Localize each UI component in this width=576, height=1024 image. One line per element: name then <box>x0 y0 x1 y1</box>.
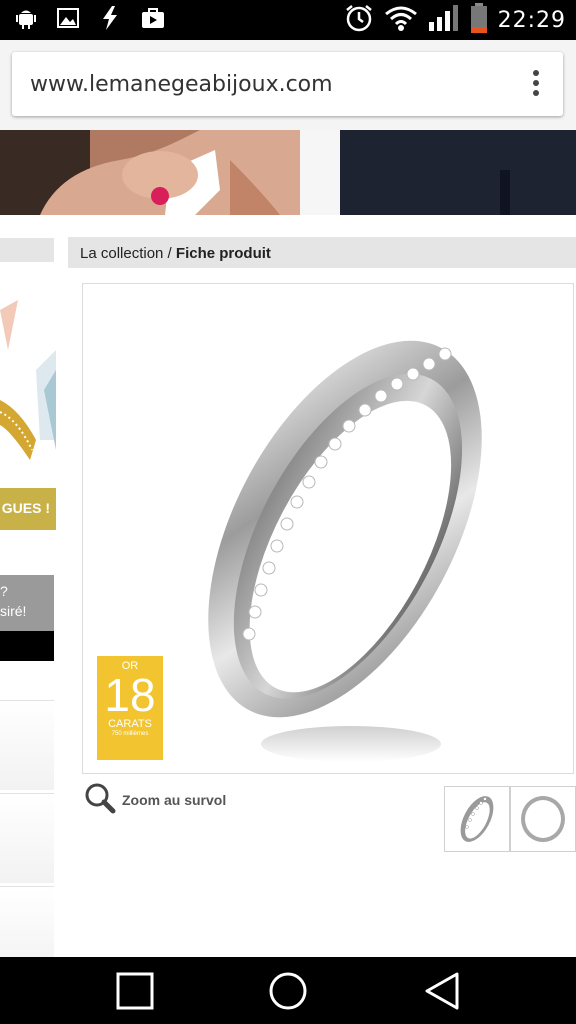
gold-18-carats-badge: OR 18 CARATS 750 millièmes <box>97 656 163 760</box>
product-image[interactable]: OR 18 CARATS 750 millièmes <box>82 283 574 774</box>
recent-apps-icon[interactable] <box>115 971 155 1011</box>
breadcrumb-current: Fiche produit <box>175 245 271 262</box>
thumbnail-ring-plain[interactable] <box>510 786 576 852</box>
home-icon[interactable] <box>268 971 308 1011</box>
sidebar-gold-banner[interactable]: GUES ! <box>0 488 56 530</box>
alarm-icon <box>344 3 374 38</box>
browser-toolbar: www.lemanegeabijoux.com <box>0 40 576 130</box>
navigation-bar <box>0 957 576 1024</box>
url-text[interactable]: www.lemanegeabijoux.com <box>30 72 333 97</box>
status-notifications <box>14 5 166 36</box>
back-icon[interactable] <box>422 971 462 1011</box>
url-bar[interactable]: www.lemanegeabijoux.com <box>12 52 563 116</box>
flash-icon <box>98 5 122 36</box>
sidebar-gray-box[interactable]: ? siré! <box>0 575 54 631</box>
overflow-menu-icon[interactable] <box>531 70 541 100</box>
signal-icon <box>428 4 460 37</box>
sidebar-gray-line2: siré! <box>0 603 27 619</box>
magnifier-icon <box>84 782 116 819</box>
thumbnail-list <box>444 786 576 852</box>
sidebar-promo-image[interactable] <box>0 300 56 480</box>
image-icon <box>56 6 80 35</box>
badge-number: 18 <box>104 669 156 721</box>
hero-banner-image[interactable] <box>0 130 576 215</box>
android-debug-icon <box>14 6 38 35</box>
sidebar-block[interactable] <box>0 793 54 883</box>
thumbnail-ring-diamond[interactable] <box>444 786 510 852</box>
breadcrumb: La collection / Fiche produit <box>68 237 576 268</box>
sidebar-gray-line1: ? <box>0 583 8 599</box>
clock: 22:29 <box>497 7 566 33</box>
play-store-icon <box>140 6 166 35</box>
zoom-hint[interactable]: Zoom au survol <box>84 782 227 819</box>
status-system: 22:29 <box>344 2 566 38</box>
wifi-icon <box>384 4 418 37</box>
sidebar-block[interactable] <box>0 886 54 957</box>
breadcrumb-collection-link[interactable]: La collection / <box>80 245 172 262</box>
sidebar-header <box>0 238 54 262</box>
badge-millesimes: 750 millièmes <box>111 731 149 737</box>
left-sidebar: GUES ! ? siré! <box>0 215 56 957</box>
sidebar-black-bar[interactable] <box>0 631 54 661</box>
sidebar-block[interactable] <box>0 700 54 790</box>
battery-icon <box>470 2 488 38</box>
zoom-label: Zoom au survol <box>122 792 227 808</box>
status-bar: 22:29 <box>0 0 576 40</box>
